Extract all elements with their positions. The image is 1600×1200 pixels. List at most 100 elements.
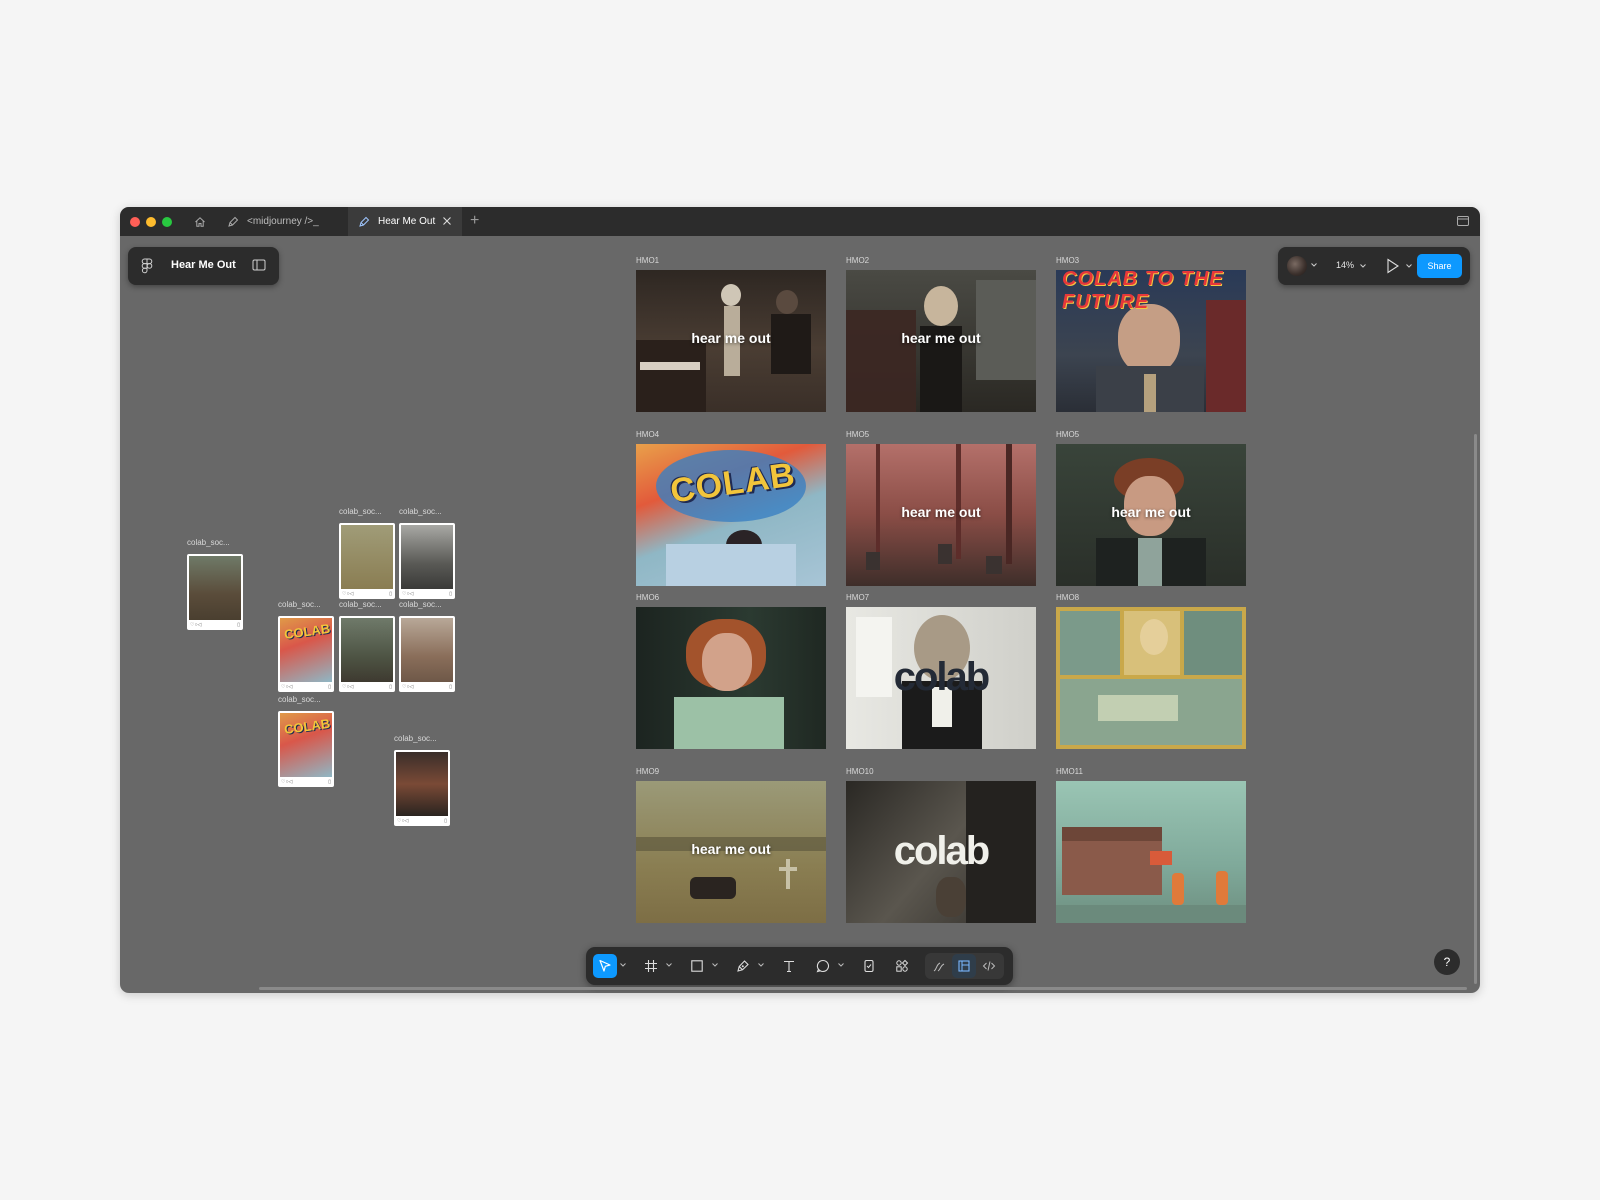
thumbnail[interactable]: ♡○◁ ▯ [339,616,395,692]
thumbnail-label: colab_soc... [339,507,382,516]
collaboration-panel: 14% Share [1278,247,1470,285]
frame-overlay-text: hear me out [1111,504,1191,520]
frame-label: HMO4 [636,430,660,439]
title-bar: <midjourney />_ Hear Me Out + [120,207,1480,236]
draw-mode-icon[interactable] [927,954,951,978]
frame-hmo1[interactable]: hear me out [636,270,826,412]
frame-hmo4[interactable]: COLAB [636,444,826,586]
frame-hmo8[interactable] [1056,607,1246,749]
bookmark-icon: ▯ [444,818,447,824]
bookmark-icon: ▯ [449,591,452,597]
maximize-window-button[interactable] [162,217,172,227]
bookmark-icon: ▯ [237,622,240,628]
pen-tool-icon[interactable] [731,954,755,978]
frame-label: HMO3 [1056,256,1080,265]
frame-tool-icon[interactable] [639,954,663,978]
thumbnail-label: colab_soc... [278,600,321,609]
bookmark-icon: ▯ [328,684,331,690]
frame-hmo7[interactable]: colab [846,607,1036,749]
text-tool-icon[interactable] [777,954,801,978]
tab-label: Hear Me Out [378,216,436,227]
mode-switcher [925,953,1004,979]
frame-label: HMO6 [636,593,660,602]
thumbnail-actions: ♡○◁ [342,684,354,690]
file-panel: Hear Me Out [128,247,279,285]
chevron-down-icon[interactable] [838,963,844,967]
zoom-level[interactable]: 14% [1336,260,1354,270]
chevron-down-icon[interactable] [712,963,718,967]
frame-hmo9[interactable]: hear me out [636,781,826,923]
thumbnail[interactable]: COLAB ♡○◁ ▯ [278,616,334,692]
frame-hmo3[interactable]: COLAB TO THE FUTURE [1056,270,1246,412]
close-tab-icon[interactable] [442,216,452,226]
horizontal-scrollbar[interactable] [259,987,1467,990]
main-menu-icon[interactable] [141,258,153,274]
bookmark-icon: ▯ [328,779,331,785]
frame-label: HMO11 [1056,767,1083,776]
chevron-down-icon[interactable] [1406,264,1412,268]
dev-mode-icon[interactable] [977,954,1001,978]
frame-hmo2[interactable]: hear me out [846,270,1036,412]
window-sidebar-icon[interactable] [1456,214,1470,228]
thumbnail-actions: ♡○◁ [190,622,202,628]
thumbnail[interactable]: ♡○◁ ▯ [394,750,450,826]
thumbnail-label: colab_soc... [278,695,321,704]
chevron-down-icon[interactable] [620,963,626,967]
thumbnail-label: colab_soc... [187,538,230,547]
bottom-toolbar [586,947,1013,985]
present-icon[interactable] [1386,258,1400,274]
chevron-down-icon[interactable] [1360,264,1366,268]
chevron-down-icon[interactable] [666,963,672,967]
close-window-button[interactable] [130,217,140,227]
share-button[interactable]: Share [1417,254,1462,278]
thumbnail[interactable]: COLAB ♡○◁ ▯ [278,711,334,787]
home-icon[interactable] [188,210,212,233]
rectangle-tool-icon[interactable] [685,954,709,978]
frame-overlay-text: colab [893,829,990,873]
bookmark-icon: ▯ [389,684,392,690]
thumbnail[interactable]: ♡○◁ ▯ [399,523,455,599]
frame-label: HMO8 [1056,593,1080,602]
avatar[interactable] [1287,256,1307,276]
frame-hmo6[interactable] [636,607,826,749]
thumbnail-actions: ♡○◁ [281,684,293,690]
new-tab-button[interactable]: + [470,213,479,229]
frame-overlay-text: hear me out [901,504,981,520]
chevron-down-icon[interactable] [1311,263,1317,267]
chevron-down-icon[interactable] [758,963,764,967]
help-button[interactable]: ? [1434,949,1460,975]
bookmark-icon: ▯ [389,591,392,597]
design-file-icon [358,216,370,228]
frame-label: HMO5 [1056,430,1080,439]
frame-hmo10[interactable]: colab [846,781,1036,923]
frame-hmo5a[interactable]: hear me out [846,444,1036,586]
frame-overlay-text: hear me out [901,330,981,346]
move-tool-icon[interactable] [593,954,617,978]
tab-midjourney[interactable]: <midjourney />_ [217,207,337,236]
frame-overlay-text: colab [893,655,990,699]
bookmark-icon: ▯ [449,684,452,690]
vertical-scrollbar[interactable] [1474,434,1477,984]
design-mode-icon[interactable] [952,954,976,978]
comment-tool-icon[interactable] [811,954,835,978]
frame-hmo5b[interactable]: hear me out [1056,444,1246,586]
tab-hear-me-out[interactable]: Hear Me Out [348,207,462,236]
frame-overlay-text: hear me out [691,330,771,346]
thumbnail-actions: ♡○◁ [342,591,354,597]
thumbnail[interactable]: ♡○◁ ▯ [399,616,455,692]
tab-label: <midjourney />_ [247,216,319,227]
thumbnail-actions: ♡○◁ [397,818,409,824]
actions-tool-icon[interactable] [890,954,914,978]
frame-overlay-text: COLAB TO THE FUTURE [1062,270,1224,313]
toggle-ui-icon[interactable] [252,259,266,271]
frame-label: HMO10 [846,767,874,776]
frame-hmo11[interactable] [1056,781,1246,923]
thumbnail[interactable]: ♡○◁ ▯ [187,554,243,630]
thumbnail[interactable]: ♡○◁ ▯ [339,523,395,599]
thumbnail-label: colab_soc... [399,600,442,609]
thumbnail-label: colab_soc... [399,507,442,516]
minimize-window-button[interactable] [146,217,156,227]
frame-overlay-text: hear me out [691,841,771,857]
resources-tool-icon[interactable] [857,954,881,978]
file-name[interactable]: Hear Me Out [171,259,236,271]
